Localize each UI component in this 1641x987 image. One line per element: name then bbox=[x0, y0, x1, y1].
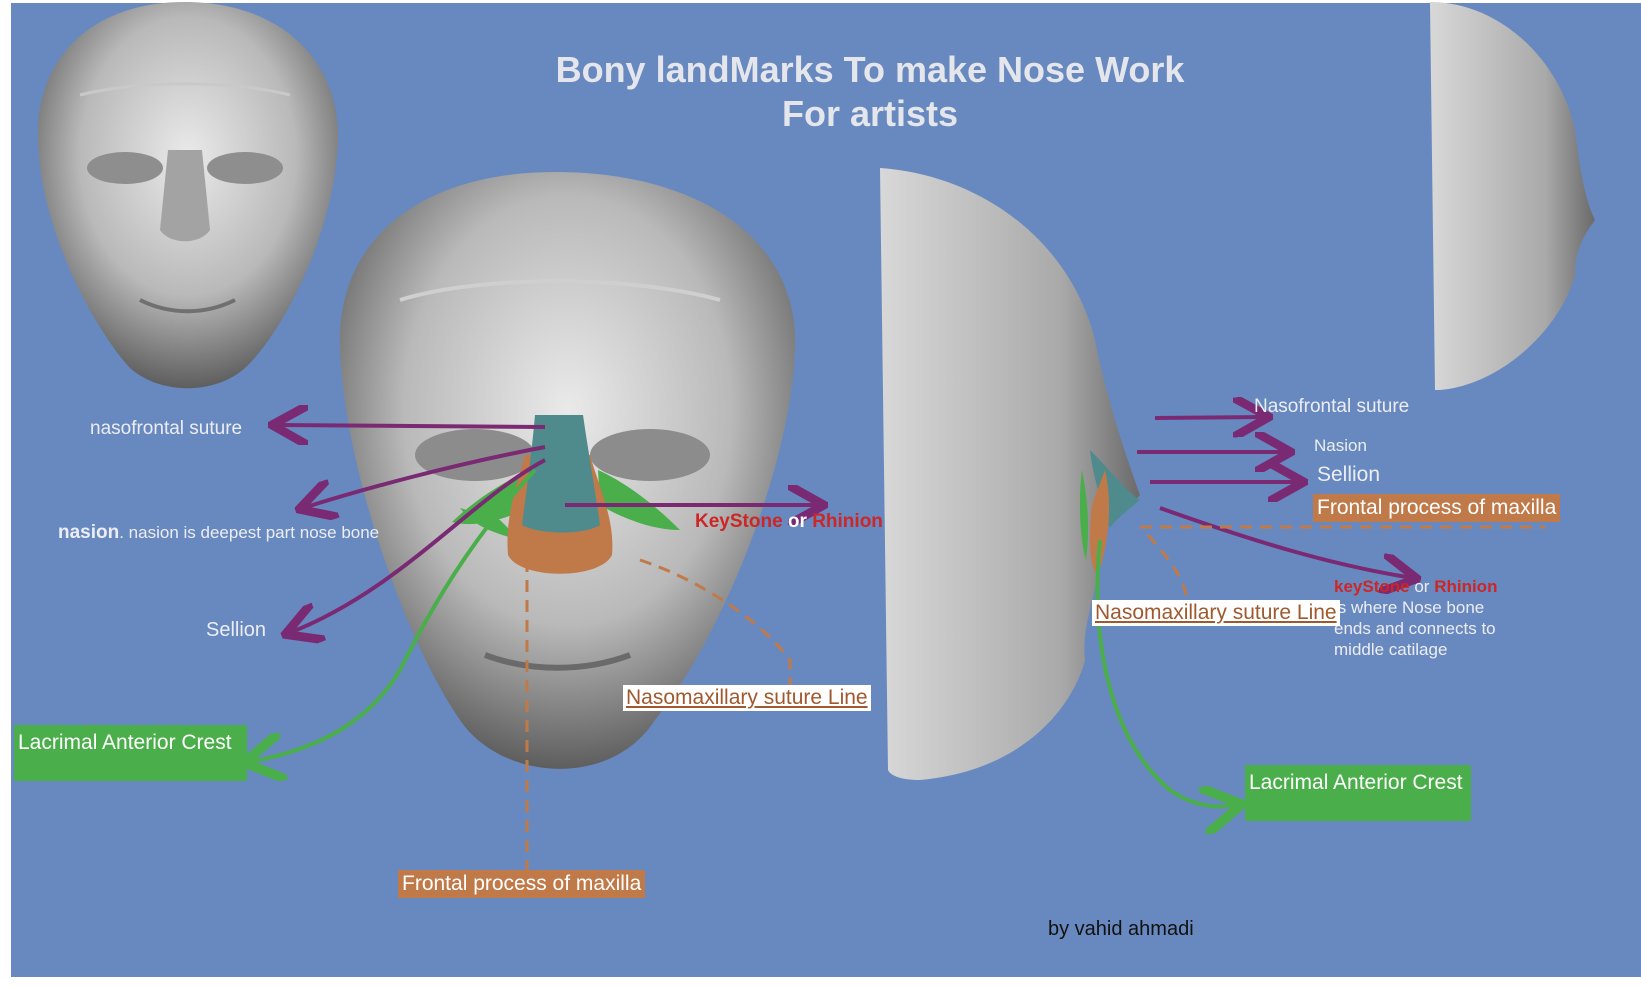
front-nasion-label: nasion. nasion is deepest part nose bone bbox=[58, 522, 379, 544]
small-side-face bbox=[1430, 2, 1595, 390]
side-face-profile bbox=[880, 168, 1140, 780]
side-keystone-desc-1: is where Nose bone bbox=[1334, 598, 1485, 617]
side-keystone-line: keyStone or Rhinion bbox=[1334, 576, 1497, 597]
side-frontal-process-label: Frontal process of maxilla bbox=[1313, 494, 1561, 522]
front-nasofrontal-suture-label: nasofrontal suture bbox=[90, 418, 243, 439]
side-green-arrow bbox=[1095, 539, 1238, 806]
title-line-2: For artists bbox=[781, 93, 959, 134]
diagram-canvas: Bony landMarks To make Nose Work For art… bbox=[0, 0, 1641, 987]
side-nasion-label: Nasion bbox=[1314, 436, 1367, 455]
side-nasofrontal-suture-label: Nasofrontal suture bbox=[1254, 396, 1410, 417]
front-nasion-description: . nasion is deepest part nose bone bbox=[119, 523, 380, 542]
front-keystone-label: KeyStone or Rhinion bbox=[695, 511, 883, 533]
front-lacrimal-anterior-crest-label: Lacrimal Anterior Crest bbox=[14, 725, 247, 781]
front-or-text: or bbox=[787, 511, 807, 532]
side-keystone-block: keyStone or Rhinion is where Nose bone e… bbox=[1334, 576, 1497, 660]
front-rhinion-term: Rhinion bbox=[812, 511, 883, 532]
author-credit: by vahid ahmadi bbox=[1048, 918, 1194, 940]
side-nasomaxillary-suture-label: Nasomaxillary suture Line bbox=[1092, 600, 1340, 626]
title-line-1: Bony landMarks To make Nose Work bbox=[555, 49, 1185, 90]
side-or-text: or bbox=[1414, 577, 1430, 596]
side-keystone-desc-2: ends and connects to bbox=[1334, 619, 1496, 638]
side-sellion-label: Sellion bbox=[1317, 463, 1381, 486]
side-keystone-term: keyStone bbox=[1334, 577, 1410, 596]
main-front-face bbox=[339, 172, 796, 769]
front-nasion-term: nasion bbox=[58, 522, 120, 543]
small-front-face bbox=[37, 2, 339, 389]
side-keystone-desc-3: middle catilage bbox=[1334, 640, 1448, 659]
front-frontal-process-label: Frontal process of maxilla bbox=[398, 870, 646, 898]
side-rhinion-term: Rhinion bbox=[1434, 577, 1498, 596]
front-sellion-label: Sellion bbox=[206, 619, 267, 641]
front-nasomaxillary-suture-label: Nasomaxillary suture Line bbox=[623, 685, 871, 711]
side-lacrimal-anterior-crest-label: Lacrimal Anterior Crest bbox=[1245, 765, 1471, 821]
front-keystone-term: KeyStone bbox=[695, 511, 783, 532]
